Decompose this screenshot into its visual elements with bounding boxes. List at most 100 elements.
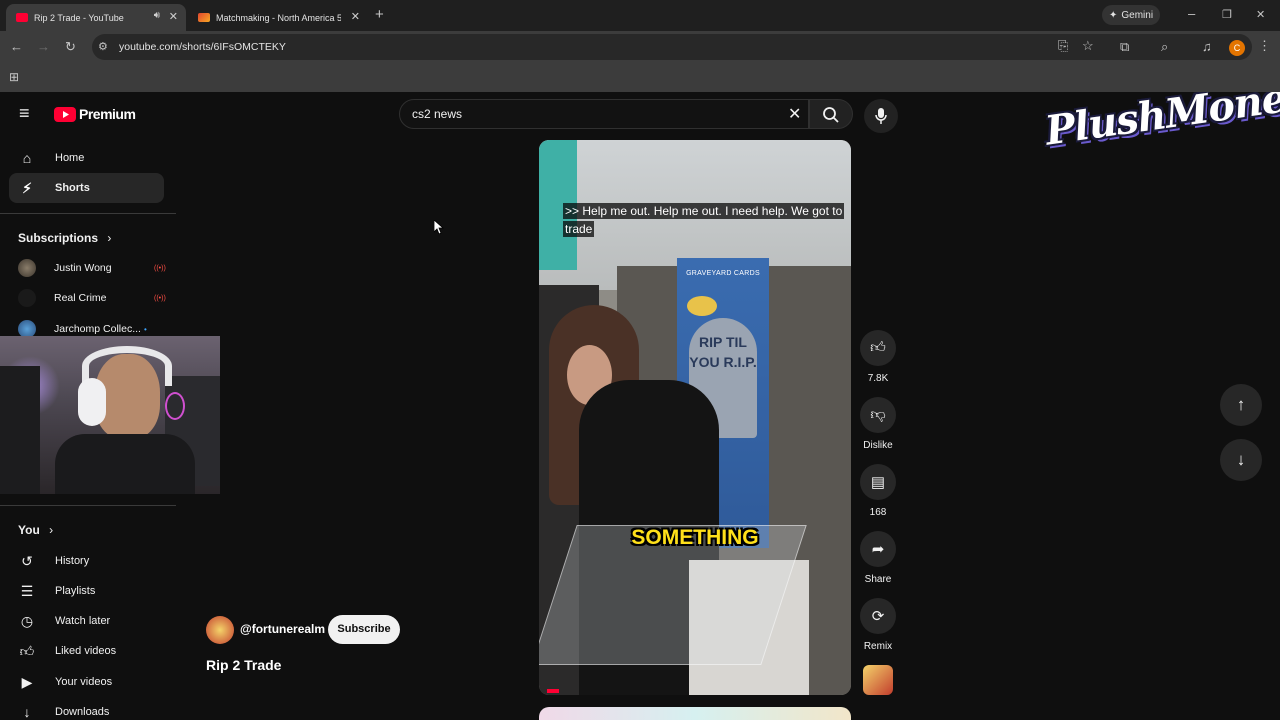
avatar [18, 259, 36, 277]
tab-youtube[interactable]: Rip 2 Trade - YouTube 🔊︎ ✕ [6, 4, 186, 31]
gemini-label: Gemini [1121, 9, 1154, 21]
remix-label: Remix [863, 641, 893, 652]
install-app-icon[interactable]: ⎘ [1058, 39, 1068, 53]
short-title[interactable]: Rip 2 Trade [206, 657, 281, 673]
forward-icon[interactable]: → [37, 40, 50, 54]
playlists-icon: ☰ [20, 582, 34, 599]
overlay-caption-word: SOMETHING [631, 526, 759, 549]
sidebar-item-liked-videos[interactable]: 👍︎ Liked videos [9, 636, 164, 666]
like-icon[interactable]: 👍︎ [860, 330, 896, 366]
search-button[interactable] [809, 99, 853, 129]
streamer-webcam-overlay [0, 336, 220, 494]
banner-brand-text: GRAVEYARD CARDS [686, 270, 760, 277]
reload-icon[interactable]: ↻ [65, 40, 76, 54]
close-window-icon[interactable]: ✕ [1256, 8, 1265, 22]
arrow-up-icon: ↑ [1236, 395, 1246, 414]
minimize-window-icon[interactable]: – [1188, 7, 1195, 21]
back-icon[interactable]: ← [10, 40, 23, 54]
audio-playing-icon[interactable]: 🔊︎ [154, 10, 160, 21]
remix-icon[interactable]: ⟳ [860, 598, 896, 634]
subscribe-button[interactable]: Subscribe [328, 615, 400, 644]
comment-icon[interactable]: ▤ [860, 464, 896, 500]
tab-matchmaking[interactable]: Matchmaking - North America 5V5 ✕ [188, 4, 368, 31]
site-info-icon[interactable]: ⚙ [98, 40, 108, 54]
your-videos-icon: ▶ [21, 673, 33, 690]
share-icon[interactable]: ➦ [860, 531, 896, 567]
liked-icon: 👍︎ [19, 642, 35, 659]
sidebar-item-label: Home [55, 152, 85, 164]
live-icon: ((•)) [154, 294, 166, 302]
short-video-player[interactable]: GRAVEYARD CARDS RIP TIL YOU R.I.P. >> He… [539, 140, 851, 695]
guide-menu-icon[interactable]: ≡ [19, 103, 30, 124]
live-icon: ((•)) [154, 264, 166, 272]
new-tab-icon[interactable]: + [375, 7, 384, 22]
next-short-button[interactable]: ↓ [1220, 439, 1262, 481]
apps-grid-icon[interactable]: ⊞ [9, 70, 19, 84]
next-short-preview[interactable] [539, 707, 851, 720]
tab-search-icon[interactable]: ⌕ [1161, 40, 1168, 54]
faceit-favicon-icon [198, 13, 210, 22]
dislike-icon[interactable]: 👎︎ [860, 397, 896, 433]
profile-avatar[interactable]: C [1229, 40, 1245, 56]
you-heading[interactable]: You › [18, 523, 53, 537]
youtube-logo-icon[interactable] [54, 107, 76, 122]
sidebar-divider [0, 505, 176, 506]
comments-action[interactable]: ▤ 168 [860, 464, 896, 518]
address-bar[interactable]: ⚙ youtube.com/shorts/6IFsOMCTEKY ⎘ ☆ [92, 34, 1252, 60]
voice-search-button[interactable] [864, 99, 898, 133]
sound-thumbnail[interactable] [863, 665, 893, 695]
youtube-premium-wordmark[interactable]: Premium [79, 106, 136, 122]
watch-later-icon: ◷ [20, 612, 34, 629]
dislike-action[interactable]: 👎︎ Dislike [860, 397, 896, 451]
clear-search-icon[interactable]: ✕ [788, 104, 801, 124]
straw-hat [687, 296, 717, 316]
closed-caption: >> Help me out. Help me out. I need help… [539, 202, 851, 238]
close-tab-icon[interactable]: ✕ [169, 10, 178, 23]
search-input[interactable]: cs2 news [412, 107, 462, 121]
extensions-icon[interactable]: ⧉ [1120, 40, 1129, 54]
channel-handle[interactable]: @fortunerealm [240, 622, 325, 636]
gemini-button[interactable]: ✦ Gemini [1102, 5, 1160, 25]
sidebar-subscription-real-crime[interactable]: Real Crime ((•)) [18, 289, 166, 307]
sidebar-item-shorts[interactable]: ⚡︎ Shorts [9, 173, 164, 203]
downloads-icon: ↓ [23, 704, 31, 720]
chevron-right-icon: › [49, 523, 54, 537]
comment-count: 168 [869, 507, 887, 518]
bookmark-star-icon[interactable]: ☆ [1082, 39, 1094, 53]
shorts-icon: ⚡︎ [22, 179, 32, 196]
browser-toolbar: ← → ↻ ⚙ youtube.com/shorts/6IFsOMCTEKY ⎘… [0, 31, 1280, 63]
progress-bar[interactable] [547, 689, 559, 693]
chevron-right-icon: › [107, 231, 112, 245]
previous-short-button[interactable]: ↑ [1220, 384, 1262, 426]
rgb-fan [165, 392, 185, 420]
subscriptions-heading[interactable]: Subscriptions › [18, 231, 111, 245]
media-controls-icon[interactable]: ♫ [1202, 40, 1212, 54]
like-action[interactable]: 👍︎ 7.8K [860, 330, 896, 384]
tab-title: Rip 2 Trade - YouTube [34, 12, 124, 23]
arrow-down-icon: ↓ [1236, 450, 1246, 469]
sidebar-subscription-justin-wong[interactable]: Justin Wong ((•)) [18, 259, 166, 277]
url-text[interactable]: youtube.com/shorts/6IFsOMCTEKY [119, 41, 286, 53]
restore-window-icon[interactable]: ❐ [1222, 8, 1232, 22]
microphone-icon [875, 108, 887, 124]
share-action[interactable]: ➦ Share [860, 531, 896, 585]
sidebar-item-watch-later[interactable]: ◷ Watch later [9, 606, 164, 636]
sidebar-item-your-videos[interactable]: ▶ Your videos [9, 667, 164, 697]
headset-earcup [78, 378, 106, 426]
sidebar-item-playlists[interactable]: ☰ Playlists [9, 576, 164, 606]
gaming-chair [0, 366, 40, 494]
channel-avatar[interactable] [206, 616, 234, 644]
bookmarks-bar: ⊞ [0, 63, 1280, 92]
close-tab-icon[interactable]: ✕ [351, 10, 360, 23]
chrome-menu-icon[interactable]: ⋮ [1258, 39, 1271, 53]
search-box[interactable]: cs2 news ✕ [399, 99, 809, 129]
caption-text: >> Help me out. Help me out. I need help… [563, 203, 845, 237]
sidebar-item-history[interactable]: ↺ History [9, 546, 164, 576]
remix-action[interactable]: ⟳ Remix [860, 598, 896, 652]
sidebar-item-home[interactable]: ⌂ Home [9, 143, 164, 173]
streamer-hoodie [55, 434, 195, 494]
home-icon: ⌂ [22, 150, 32, 166]
share-label: Share [864, 574, 892, 585]
new-dot-icon: • [144, 324, 147, 334]
sidebar-item-downloads[interactable]: ↓ Downloads [9, 697, 164, 720]
